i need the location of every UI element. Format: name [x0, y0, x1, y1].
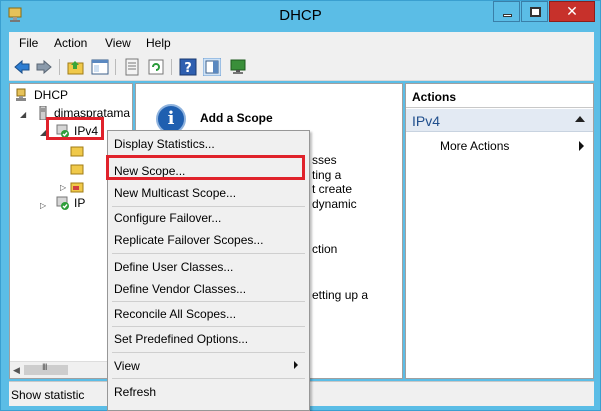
menu-view[interactable]: View [108, 355, 309, 377]
description-fragment: sses [312, 153, 337, 167]
menu-separator [112, 253, 305, 254]
close-button[interactable]: ✕ [549, 1, 595, 22]
menu-define-user-classes[interactable]: Define User Classes... [108, 256, 309, 278]
ipv4-highlight-box [46, 117, 104, 140]
toolbar-separator [171, 59, 172, 75]
menu-item-label: Configure Failover... [114, 211, 222, 225]
description-fragment: ction [312, 242, 338, 256]
submenu-arrow-icon [294, 361, 298, 369]
close-icon: ✕ [566, 3, 578, 19]
ipv6-node-icon [56, 196, 69, 210]
tree-item-dhcp[interactable]: DHCP [34, 88, 68, 102]
up-folder-icon[interactable] [67, 58, 85, 76]
menu-view[interactable]: View [105, 36, 131, 50]
help-icon[interactable]: ? [179, 58, 197, 76]
monitor-icon[interactable] [229, 58, 247, 76]
add-scope-title: Add a Scope [200, 111, 273, 125]
menu-separator [112, 301, 305, 302]
menu-separator [112, 352, 305, 353]
actions-header: Actions [406, 84, 593, 108]
menu-display-statistics[interactable]: Display Statistics... [108, 133, 309, 155]
actions-section-ipv4[interactable]: IPv4 [406, 109, 593, 132]
menu-refresh[interactable]: Refresh [108, 381, 309, 403]
expand-icon[interactable]: ▷ [60, 183, 66, 192]
properties-icon[interactable] [123, 58, 141, 76]
menu-file[interactable]: File [19, 36, 38, 50]
menu-item-label: View [114, 359, 140, 373]
menu-action[interactable]: Action [54, 36, 87, 50]
actions-header-label: Actions [412, 90, 457, 104]
minimize-button[interactable] [493, 1, 520, 22]
scroll-left-icon[interactable]: ◀ [13, 365, 20, 376]
scrollbar-grip: III [42, 362, 47, 372]
minimize-icon [503, 14, 512, 17]
submenu-arrow-icon [579, 141, 584, 151]
more-actions-link[interactable]: More Actions [440, 139, 509, 153]
new-scope-highlight-box [106, 155, 305, 180]
menu-separator [112, 326, 305, 327]
toolbar: ? [9, 53, 594, 81]
refresh-icon[interactable] [147, 58, 165, 76]
maximize-icon [530, 7, 541, 17]
collapse-up-icon[interactable] [575, 116, 585, 122]
collapse-icon[interactable]: ◢ [20, 110, 26, 119]
menu-replicate-failover-scopes[interactable]: Replicate Failover Scopes... [108, 229, 309, 251]
menu-help[interactable]: Help [146, 36, 171, 50]
menu-item-label: Replicate Failover Scopes... [114, 233, 264, 247]
description-fragment: t create [312, 182, 353, 196]
description-fragment: etting up a [312, 288, 369, 302]
menu-new-multicast-scope[interactable]: New Multicast Scope... [108, 182, 309, 204]
actions-pane: Actions IPv4 More Actions [405, 83, 594, 379]
folder-icon [70, 146, 84, 157]
menu-separator [112, 378, 305, 379]
menu-define-vendor-classes[interactable]: Define Vendor Classes... [108, 278, 309, 300]
actions-section-label: IPv4 [412, 113, 441, 129]
tree-item-ipv6[interactable]: IP [74, 196, 85, 210]
folder-icon [70, 182, 84, 193]
description-fragment: dynamic [312, 197, 357, 211]
folder-icon [70, 164, 84, 175]
menu-item-label: Set Predefined Options... [114, 332, 249, 346]
menu-item-label: New Multicast Scope... [114, 186, 237, 200]
toolbar-separator [115, 59, 116, 75]
description-fragment: ting a [312, 168, 342, 182]
status-text: Show statistic [11, 388, 85, 402]
menu-bar: File Action View Help [9, 32, 594, 53]
forward-arrow-icon[interactable] [35, 58, 53, 76]
back-arrow-icon[interactable] [13, 58, 31, 76]
title-bar: DHCP ✕ [1, 1, 600, 31]
expand-icon[interactable]: ▷ [40, 201, 46, 210]
menu-configure-failover[interactable]: Configure Failover... [108, 207, 309, 229]
menu-item-label: Define User Classes... [114, 260, 234, 274]
toolbar-separator [59, 59, 60, 75]
menu-set-predefined-options[interactable]: Set Predefined Options... [108, 328, 309, 350]
menu-item-label: Refresh [114, 385, 157, 399]
maximize-button[interactable] [521, 1, 548, 22]
dhcp-root-icon [16, 88, 26, 101]
svg-text:?: ? [184, 61, 192, 76]
menu-item-label: Define Vendor Classes... [114, 282, 247, 296]
show-hide-console-tree-icon[interactable] [91, 58, 109, 76]
menu-item-label: Reconcile All Scopes... [114, 307, 237, 321]
menu-reconcile-all-scopes[interactable]: Reconcile All Scopes... [108, 303, 309, 325]
menu-item-label: Display Statistics... [114, 137, 215, 151]
show-hide-action-pane-icon[interactable] [203, 58, 221, 76]
